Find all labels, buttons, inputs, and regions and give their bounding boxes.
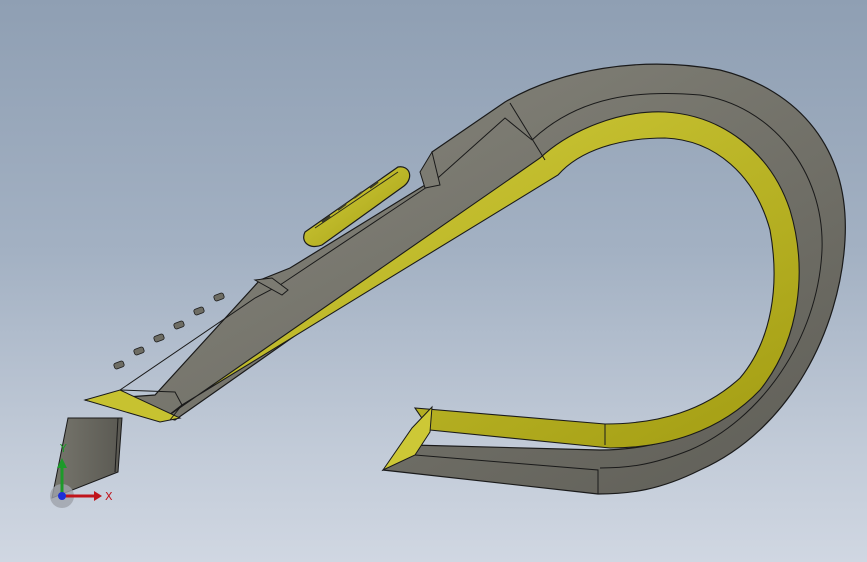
x-axis-arrow xyxy=(94,491,102,501)
coordinate-triad[interactable]: Y X xyxy=(40,438,120,508)
cad-part-model[interactable] xyxy=(0,0,867,562)
graphics-viewport[interactable]: Y X xyxy=(0,0,867,562)
x-axis-label: X xyxy=(105,490,113,503)
y-axis-arrow xyxy=(57,458,67,468)
y-axis-label: Y xyxy=(59,442,67,455)
z-axis-marker xyxy=(58,492,66,500)
